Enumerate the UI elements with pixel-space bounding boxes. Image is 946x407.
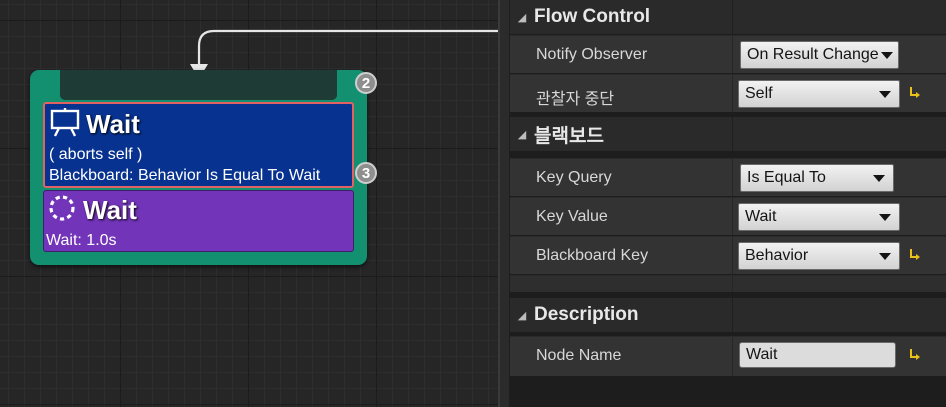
task-description: Wait: 1.0s bbox=[46, 232, 117, 249]
property-key-value: Key Value Wait bbox=[510, 197, 946, 235]
category-description[interactable]: ◢ Description bbox=[510, 298, 946, 332]
combo-value: On Result Change bbox=[747, 46, 879, 63]
reset-to-default-icon[interactable] bbox=[908, 347, 920, 361]
property-spacer bbox=[510, 275, 946, 292]
panel-splitter[interactable] bbox=[498, 0, 510, 407]
key-value-combo[interactable]: Wait bbox=[738, 203, 900, 231]
decorator-abort-mode: ( aborts self ) bbox=[49, 146, 143, 163]
node-input-pin[interactable] bbox=[60, 70, 337, 100]
blackboard-decorator-icon bbox=[50, 107, 80, 142]
property-label: Node Name bbox=[536, 347, 622, 364]
blackboard-key-combo[interactable]: Behavior bbox=[738, 242, 900, 270]
category-blackboard[interactable]: ◢ 블랙보드 bbox=[510, 117, 946, 151]
collapse-triangle-icon[interactable]: ◢ bbox=[510, 128, 534, 141]
observer-aborts-combo[interactable]: Self bbox=[738, 80, 900, 108]
execution-order-badge: 3 bbox=[355, 162, 377, 184]
property-label: 관찰자 중단 bbox=[536, 91, 615, 108]
chevron-down-icon bbox=[879, 253, 891, 260]
reset-to-default-icon[interactable] bbox=[908, 247, 920, 261]
wait-task[interactable]: Wait Wait: 1.0s bbox=[43, 190, 354, 252]
property-label: Notify Observer bbox=[536, 46, 648, 63]
behavior-tree-graph[interactable]: 2 Wait ( aborts self ) Blackboard: Behav… bbox=[0, 0, 500, 407]
property-label: Blackboard Key bbox=[536, 247, 649, 264]
collapse-triangle-icon[interactable]: ◢ bbox=[510, 11, 534, 24]
category-title: 블랙보드 bbox=[534, 125, 604, 147]
category-title: Description bbox=[534, 304, 639, 325]
collapse-triangle-icon[interactable]: ◢ bbox=[510, 309, 534, 322]
execution-order-badge: 2 bbox=[355, 72, 377, 94]
category-flow-control[interactable]: ◢ Flow Control bbox=[510, 0, 946, 34]
decorator-description: Blackboard: Behavior Is Equal To Wait bbox=[49, 167, 321, 184]
chevron-down-icon bbox=[879, 91, 891, 98]
task-title: Wait bbox=[83, 195, 137, 225]
input-value: Wait bbox=[746, 346, 778, 363]
reset-to-default-icon[interactable] bbox=[908, 85, 920, 99]
property-notify-observer: Notify Observer On Result Change bbox=[510, 35, 946, 73]
chevron-down-icon bbox=[873, 175, 885, 182]
property-label: Key Value bbox=[536, 208, 608, 225]
node-name-input[interactable]: Wait bbox=[739, 342, 896, 368]
key-query-combo[interactable]: Is Equal To bbox=[740, 164, 894, 192]
wait-task-icon bbox=[47, 193, 77, 228]
property-observer-aborts: 관찰자 중단 Self bbox=[510, 74, 946, 112]
property-key-query: Key Query Is Equal To bbox=[510, 158, 946, 196]
property-node-name: Node Name Wait bbox=[510, 336, 946, 376]
category-title: Flow Control bbox=[534, 6, 651, 27]
blackboard-decorator[interactable]: Wait ( aborts self ) Blackboard: Behavio… bbox=[43, 102, 354, 188]
behavior-tree-node[interactable]: 2 Wait ( aborts self ) Blackboard: Behav… bbox=[30, 70, 377, 265]
combo-value: Behavior bbox=[745, 247, 809, 264]
property-blackboard-key: Blackboard Key Behavior bbox=[510, 236, 946, 274]
chevron-down-icon bbox=[879, 214, 891, 221]
property-label: Key Query bbox=[536, 169, 612, 186]
chevron-down-icon bbox=[881, 52, 893, 59]
details-panel: ◢ Flow Control Notify Observer On Result… bbox=[510, 0, 946, 407]
combo-value: Is Equal To bbox=[747, 169, 826, 186]
combo-value: Wait bbox=[745, 208, 777, 225]
notify-observer-combo[interactable]: On Result Change bbox=[740, 41, 899, 69]
combo-value: Self bbox=[745, 85, 773, 102]
decorator-title: Wait bbox=[86, 109, 140, 139]
